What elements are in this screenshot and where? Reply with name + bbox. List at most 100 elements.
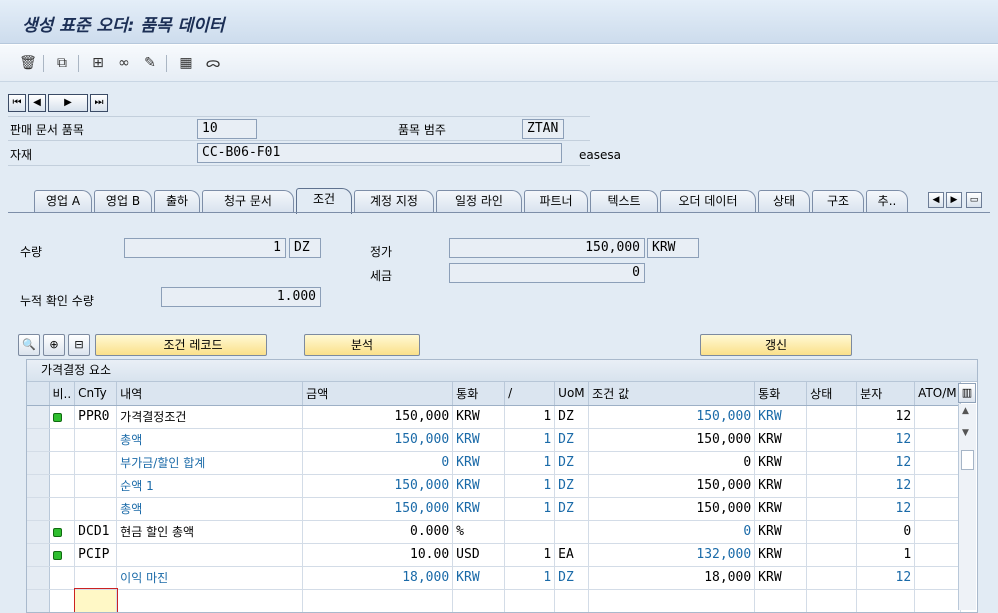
tab-status[interactable]: 상태 xyxy=(758,190,810,213)
uom-cell[interactable]: EA xyxy=(554,543,590,567)
col-header-uom[interactable]: UoM xyxy=(554,382,590,406)
row-selector[interactable] xyxy=(27,474,50,498)
row-selector[interactable] xyxy=(27,428,50,452)
column-settings-icon[interactable]: ▥ xyxy=(958,383,976,403)
currency-cell[interactable]: KRW xyxy=(452,474,506,498)
uom-cell[interactable] xyxy=(554,520,590,544)
tab-sales-b[interactable]: 영업 B xyxy=(94,190,152,213)
col-header-condition-type[interactable]: CnTy xyxy=(74,382,118,406)
per-cell[interactable] xyxy=(504,520,556,544)
amount-cell[interactable]: 18,000 xyxy=(302,566,454,590)
uom-cell[interactable]: DZ xyxy=(554,405,590,429)
tab-scroll-right-icon[interactable]: ▶ xyxy=(946,192,962,208)
tab-scroll-left-icon[interactable]: ◀ xyxy=(928,192,944,208)
currency-cell[interactable]: % xyxy=(452,520,506,544)
condition-type-cell[interactable] xyxy=(74,428,118,452)
row-selector-header[interactable] xyxy=(27,382,50,406)
currency-cell[interactable]: KRW xyxy=(452,451,506,475)
condition-type-cell[interactable]: PPR0 xyxy=(74,405,118,429)
condition-type-cell[interactable] xyxy=(74,474,118,498)
per-cell[interactable]: 1 xyxy=(504,543,556,567)
tab-schedule-lines[interactable]: 일정 라인 xyxy=(436,190,522,213)
tab-conditions[interactable]: 조건 xyxy=(296,188,352,214)
currency-cell[interactable]: USD xyxy=(452,543,506,567)
col-header-description[interactable]: 내역 xyxy=(116,382,304,406)
currency-cell[interactable]: KRW xyxy=(452,566,506,590)
material-field[interactable]: CC-B06-F01 xyxy=(197,143,562,163)
condition-type-cell[interactable] xyxy=(74,451,118,475)
uom-cell[interactable]: DZ xyxy=(554,497,590,521)
col-header-status[interactable]: 상태 xyxy=(806,382,858,406)
tab-list-icon[interactable]: ▭ xyxy=(966,192,982,208)
amount-cell[interactable]: 150,000 xyxy=(302,428,454,452)
currency-cell[interactable]: KRW xyxy=(452,428,506,452)
cumulative-confirmed-qty-field[interactable]: 1.000 xyxy=(161,287,321,307)
update-button[interactable]: 갱신 xyxy=(700,334,852,356)
detail-icon[interactable]: 🔍 xyxy=(18,334,40,356)
row-selector[interactable] xyxy=(27,520,50,544)
table-row[interactable]: 부가금/할인 합계 0 KRW 1 DZ 0 KRW 12 xyxy=(27,451,961,475)
first-item-button[interactable]: ⏮ xyxy=(8,94,26,112)
tax-field[interactable]: 0 xyxy=(449,263,645,283)
uom-cell[interactable]: DZ xyxy=(554,474,590,498)
grid-scrollbar[interactable]: ▲ ▼ xyxy=(958,404,976,610)
row-selector[interactable] xyxy=(27,566,50,590)
condition-type-cell[interactable] xyxy=(74,497,118,521)
table-row[interactable]: 이익 마진 18,000 KRW 1 DZ 18,000 KRW 12 xyxy=(27,566,961,590)
new-condition-type-input[interactable] xyxy=(73,588,118,612)
amount-cell[interactable]: 10.00 xyxy=(302,543,454,567)
tab-account-assignment[interactable]: 계정 지정 xyxy=(354,190,434,213)
row-selector[interactable] xyxy=(27,543,50,567)
item-category-field[interactable]: ZTAN xyxy=(522,119,564,139)
tab-shipping[interactable]: 출하 xyxy=(154,190,200,213)
tab-order-data[interactable]: 오더 데이터 xyxy=(660,190,756,213)
condition-type-cell[interactable]: PCIP xyxy=(74,543,118,567)
table-row[interactable]: PCIP 10.00 USD 1 EA 132,000 KRW 1 xyxy=(27,543,961,567)
table-row[interactable]: DCD1 현금 할인 총액 0.000% 0 KRW 0 xyxy=(27,520,961,544)
trash-icon[interactable]: 🗑 xyxy=(18,53,38,73)
uom-cell[interactable]: DZ xyxy=(554,566,590,590)
previous-item-button[interactable]: ◀ xyxy=(28,94,46,112)
col-header-condition-value[interactable]: 조건 값 xyxy=(588,382,756,406)
uom-cell[interactable]: DZ xyxy=(554,451,590,475)
table-row[interactable]: 총액 150,000 KRW 1 DZ 150,000 KRW 12 xyxy=(27,497,961,521)
col-header-currency[interactable]: 통화 xyxy=(452,382,506,406)
uom-cell[interactable]: DZ xyxy=(554,428,590,452)
currency-cell[interactable]: KRW xyxy=(452,405,506,429)
edit-icon[interactable]: ✎ xyxy=(140,53,160,73)
tab-structure[interactable]: 구조 xyxy=(812,190,864,213)
net-price-field[interactable]: 150,000 xyxy=(449,238,645,258)
per-cell[interactable]: 1 xyxy=(504,405,556,429)
amount-cell[interactable]: 150,000 xyxy=(302,405,454,429)
col-header-numerator[interactable]: 분자 xyxy=(856,382,916,406)
binoculars-icon[interactable]: ∞ xyxy=(114,53,134,73)
scroll-up-icon[interactable]: ▲ xyxy=(962,406,969,416)
per-cell[interactable]: 1 xyxy=(504,497,556,521)
tab-sales-a[interactable]: 영업 A xyxy=(34,190,92,213)
sales-doc-item-field[interactable]: 10 xyxy=(197,119,257,139)
per-cell[interactable]: 1 xyxy=(504,474,556,498)
per-cell[interactable]: 1 xyxy=(504,451,556,475)
tab-more[interactable]: 추.. xyxy=(866,190,908,213)
row-selector[interactable] xyxy=(27,451,50,475)
condition-type-cell[interactable]: DCD1 xyxy=(74,520,118,544)
col-header-value-currency[interactable]: 통화 xyxy=(754,382,808,406)
tab-billing-document[interactable]: 청구 문서 xyxy=(202,190,294,213)
condition-type-cell[interactable] xyxy=(74,566,118,590)
item-grid-icon[interactable]: ⊞ xyxy=(88,53,108,73)
quantity-unit-field[interactable]: DZ xyxy=(289,238,321,258)
scroll-down-icon[interactable]: ▼ xyxy=(962,428,969,438)
amount-cell[interactable]: 150,000 xyxy=(302,497,454,521)
amount-cell[interactable]: 0.000 xyxy=(302,520,454,544)
last-item-button[interactable]: ⏭ xyxy=(90,94,108,112)
condition-record-button[interactable]: 조건 레코드 xyxy=(95,334,267,356)
tab-texts[interactable]: 텍스트 xyxy=(590,190,658,213)
document-overview-icon[interactable]: ⧉ xyxy=(52,53,72,73)
currency-cell[interactable]: KRW xyxy=(452,497,506,521)
col-header-ato[interactable]: ATO/M xyxy=(914,382,961,406)
table-row[interactable]: 순액 1 150,000 KRW 1 DZ 150,000 KRW 12 xyxy=(27,474,961,498)
tab-partners[interactable]: 파트너 xyxy=(524,190,588,213)
analysis-button[interactable]: 분석 xyxy=(304,334,420,356)
per-cell[interactable]: 1 xyxy=(504,566,556,590)
delete-row-icon[interactable]: ⊟ xyxy=(68,334,90,356)
